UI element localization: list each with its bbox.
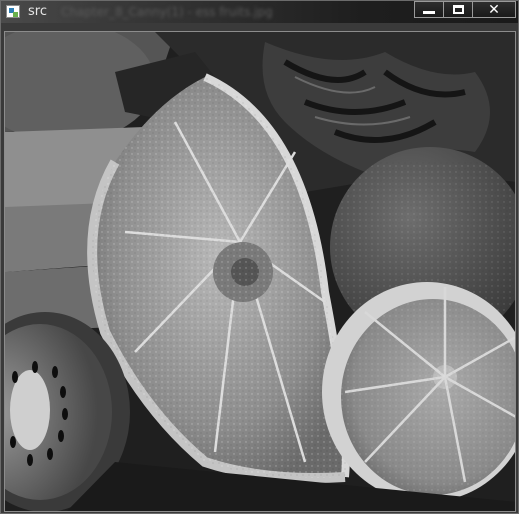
title-bar[interactable]: src Chapter_8_Canny(1) - ess fruits.jpg … (1, 1, 518, 23)
window-controls: ✕ (414, 1, 516, 19)
app-icon (6, 5, 20, 18)
maximize-button[interactable] (443, 1, 473, 18)
minimize-button[interactable] (414, 1, 444, 18)
minimize-icon (423, 11, 435, 14)
background-window-title: Chapter_8_Canny(1) - ess fruits.jpg (61, 5, 273, 19)
close-icon: ✕ (488, 1, 500, 18)
maximize-icon (452, 5, 464, 14)
close-button[interactable]: ✕ (472, 1, 516, 18)
fruits-grayscale-image (5, 32, 515, 511)
image-canvas (4, 31, 516, 512)
window-title: src (28, 4, 47, 19)
opencv-image-window: src Chapter_8_Canny(1) - ess fruits.jpg … (0, 0, 519, 514)
